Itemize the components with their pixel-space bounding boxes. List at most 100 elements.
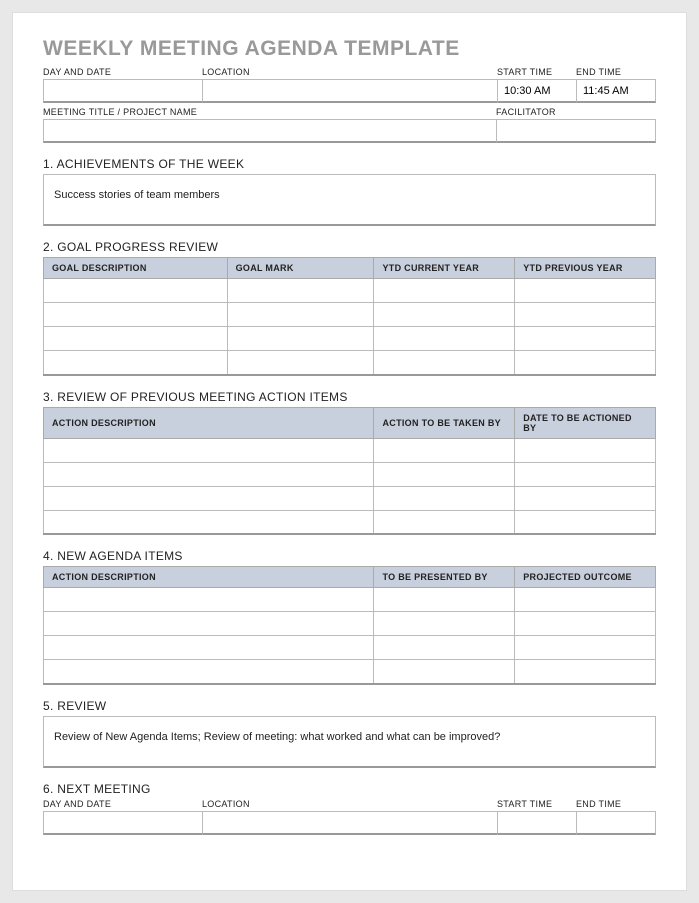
table-cell[interactable]: [44, 279, 228, 303]
table-cell[interactable]: [515, 462, 656, 486]
section-next-meeting-heading: 6. NEXT MEETING: [43, 782, 656, 796]
table-cell[interactable]: [227, 351, 374, 375]
review-box[interactable]: Review of New Agenda Items; Review of me…: [43, 716, 656, 768]
table-cell[interactable]: [227, 303, 374, 327]
table-cell[interactable]: [227, 279, 374, 303]
table-cell[interactable]: [515, 510, 656, 534]
table-cell[interactable]: [515, 279, 656, 303]
table-row: [44, 486, 656, 510]
next-day-date-label: DAY AND DATE: [43, 799, 203, 809]
new-col-description: ACTION DESCRIPTION: [44, 567, 374, 588]
table-row: [44, 279, 656, 303]
table-cell[interactable]: [44, 438, 374, 462]
document-page: WEEKLY MEETING AGENDA TEMPLATE DAY AND D…: [12, 12, 687, 891]
header-row-1: DAY AND DATE LOCATION START TIME END TIM…: [43, 67, 656, 103]
prev-actions-body: [44, 438, 656, 534]
next-end-time-input[interactable]: [576, 811, 656, 835]
goal-progress-body: [44, 279, 656, 375]
end-time-input[interactable]: [576, 79, 656, 103]
table-cell[interactable]: [374, 351, 515, 375]
prev-col-description: ACTION DESCRIPTION: [44, 407, 374, 438]
next-end-time-label: END TIME: [576, 799, 656, 809]
end-time-label: END TIME: [576, 67, 656, 77]
table-cell[interactable]: [374, 588, 515, 612]
table-cell[interactable]: [374, 612, 515, 636]
table-cell[interactable]: [374, 636, 515, 660]
day-date-label: DAY AND DATE: [43, 67, 203, 77]
table-cell[interactable]: [515, 438, 656, 462]
table-cell[interactable]: [515, 486, 656, 510]
day-date-field: DAY AND DATE: [43, 67, 203, 103]
table-cell[interactable]: [44, 303, 228, 327]
table-row: [44, 612, 656, 636]
next-location-label: LOCATION: [202, 799, 498, 809]
table-cell[interactable]: [515, 303, 656, 327]
table-row: [44, 510, 656, 534]
table-cell[interactable]: [374, 303, 515, 327]
table-cell[interactable]: [44, 327, 228, 351]
table-cell[interactable]: [44, 612, 374, 636]
table-cell[interactable]: [227, 327, 374, 351]
table-cell[interactable]: [44, 636, 374, 660]
goal-col-description: GOAL DESCRIPTION: [44, 258, 228, 279]
next-day-date-field: DAY AND DATE: [43, 799, 203, 835]
start-time-input[interactable]: [497, 79, 577, 103]
day-date-input[interactable]: [43, 79, 203, 103]
table-cell[interactable]: [515, 612, 656, 636]
table-cell[interactable]: [44, 462, 374, 486]
end-time-field: END TIME: [576, 67, 656, 103]
meeting-title-input[interactable]: [43, 119, 497, 143]
table-cell[interactable]: [374, 486, 515, 510]
table-cell[interactable]: [44, 588, 374, 612]
table-cell[interactable]: [515, 636, 656, 660]
section-prev-actions-heading: 3. REVIEW OF PREVIOUS MEETING ACTION ITE…: [43, 390, 656, 404]
table-cell[interactable]: [44, 510, 374, 534]
table-cell[interactable]: [374, 438, 515, 462]
section-review-heading: 5. REVIEW: [43, 699, 656, 713]
achievements-box[interactable]: Success stories of team members: [43, 174, 656, 226]
next-end-time-field: END TIME: [576, 799, 656, 835]
table-row: [44, 462, 656, 486]
table-row: [44, 438, 656, 462]
table-cell[interactable]: [374, 510, 515, 534]
new-agenda-body: [44, 588, 656, 684]
next-location-field: LOCATION: [202, 799, 498, 835]
location-label: LOCATION: [202, 67, 498, 77]
table-cell[interactable]: [515, 327, 656, 351]
prev-actions-table: ACTION DESCRIPTION ACTION TO BE TAKEN BY…: [43, 407, 656, 536]
table-cell[interactable]: [44, 660, 374, 684]
table-cell[interactable]: [44, 351, 228, 375]
next-start-time-field: START TIME: [497, 799, 577, 835]
prev-col-takenby: ACTION TO BE TAKEN BY: [374, 407, 515, 438]
next-location-input[interactable]: [202, 811, 498, 835]
table-row: [44, 351, 656, 375]
table-row: [44, 660, 656, 684]
next-meeting-row: DAY AND DATE LOCATION START TIME END TIM…: [43, 799, 656, 835]
location-input[interactable]: [202, 79, 498, 103]
goal-col-mark: GOAL MARK: [227, 258, 374, 279]
table-cell[interactable]: [515, 588, 656, 612]
table-cell[interactable]: [374, 279, 515, 303]
prev-col-dateby: DATE TO BE ACTIONED BY: [515, 407, 656, 438]
table-cell[interactable]: [374, 327, 515, 351]
start-time-label: START TIME: [497, 67, 577, 77]
table-row: [44, 588, 656, 612]
meeting-title-field: MEETING TITLE / PROJECT NAME: [43, 107, 497, 143]
table-cell[interactable]: [515, 660, 656, 684]
table-row: [44, 327, 656, 351]
table-row: [44, 303, 656, 327]
location-field: LOCATION: [202, 67, 498, 103]
next-start-time-input[interactable]: [497, 811, 577, 835]
table-cell[interactable]: [44, 486, 374, 510]
table-cell[interactable]: [374, 462, 515, 486]
table-cell[interactable]: [374, 660, 515, 684]
table-cell[interactable]: [515, 351, 656, 375]
goal-progress-table: GOAL DESCRIPTION GOAL MARK YTD CURRENT Y…: [43, 257, 656, 376]
facilitator-input[interactable]: [496, 119, 656, 143]
new-agenda-table: ACTION DESCRIPTION TO BE PRESENTED BY PR…: [43, 566, 656, 685]
new-col-presentedby: TO BE PRESENTED BY: [374, 567, 515, 588]
facilitator-field: FACILITATOR: [496, 107, 656, 143]
table-row: [44, 636, 656, 660]
next-day-date-input[interactable]: [43, 811, 203, 835]
facilitator-label: FACILITATOR: [496, 107, 656, 117]
